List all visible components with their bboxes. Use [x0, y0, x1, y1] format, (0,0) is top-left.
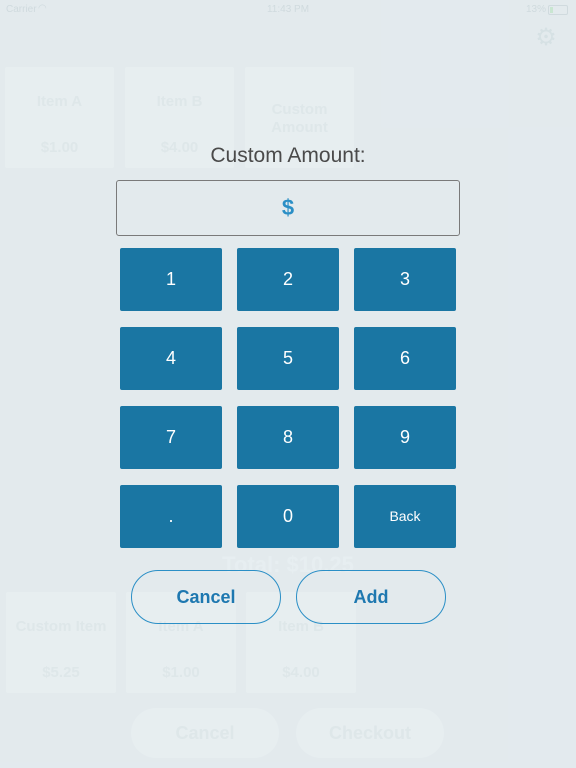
keypad-key-0[interactable]: 0: [237, 485, 339, 548]
keypad-key-3[interactable]: 3: [354, 248, 456, 311]
custom-amount-title: Custom Amount:: [210, 144, 366, 167]
add-button[interactable]: Add: [296, 570, 446, 624]
keypad-key-2[interactable]: 2: [237, 248, 339, 311]
keypad-key-decimal[interactable]: .: [120, 485, 222, 548]
keypad-back-button[interactable]: Back: [354, 485, 456, 548]
keypad-key-6[interactable]: 6: [354, 327, 456, 390]
keypad-key-1[interactable]: 1: [120, 248, 222, 311]
keypad-key-4[interactable]: 4: [120, 327, 222, 390]
cancel-button[interactable]: Cancel: [131, 570, 281, 624]
keypad-key-9[interactable]: 9: [354, 406, 456, 469]
keypad-key-8[interactable]: 8: [237, 406, 339, 469]
keypad-key-5[interactable]: 5: [237, 327, 339, 390]
amount-input[interactable]: $: [116, 180, 460, 236]
keypad-key-7[interactable]: 7: [120, 406, 222, 469]
